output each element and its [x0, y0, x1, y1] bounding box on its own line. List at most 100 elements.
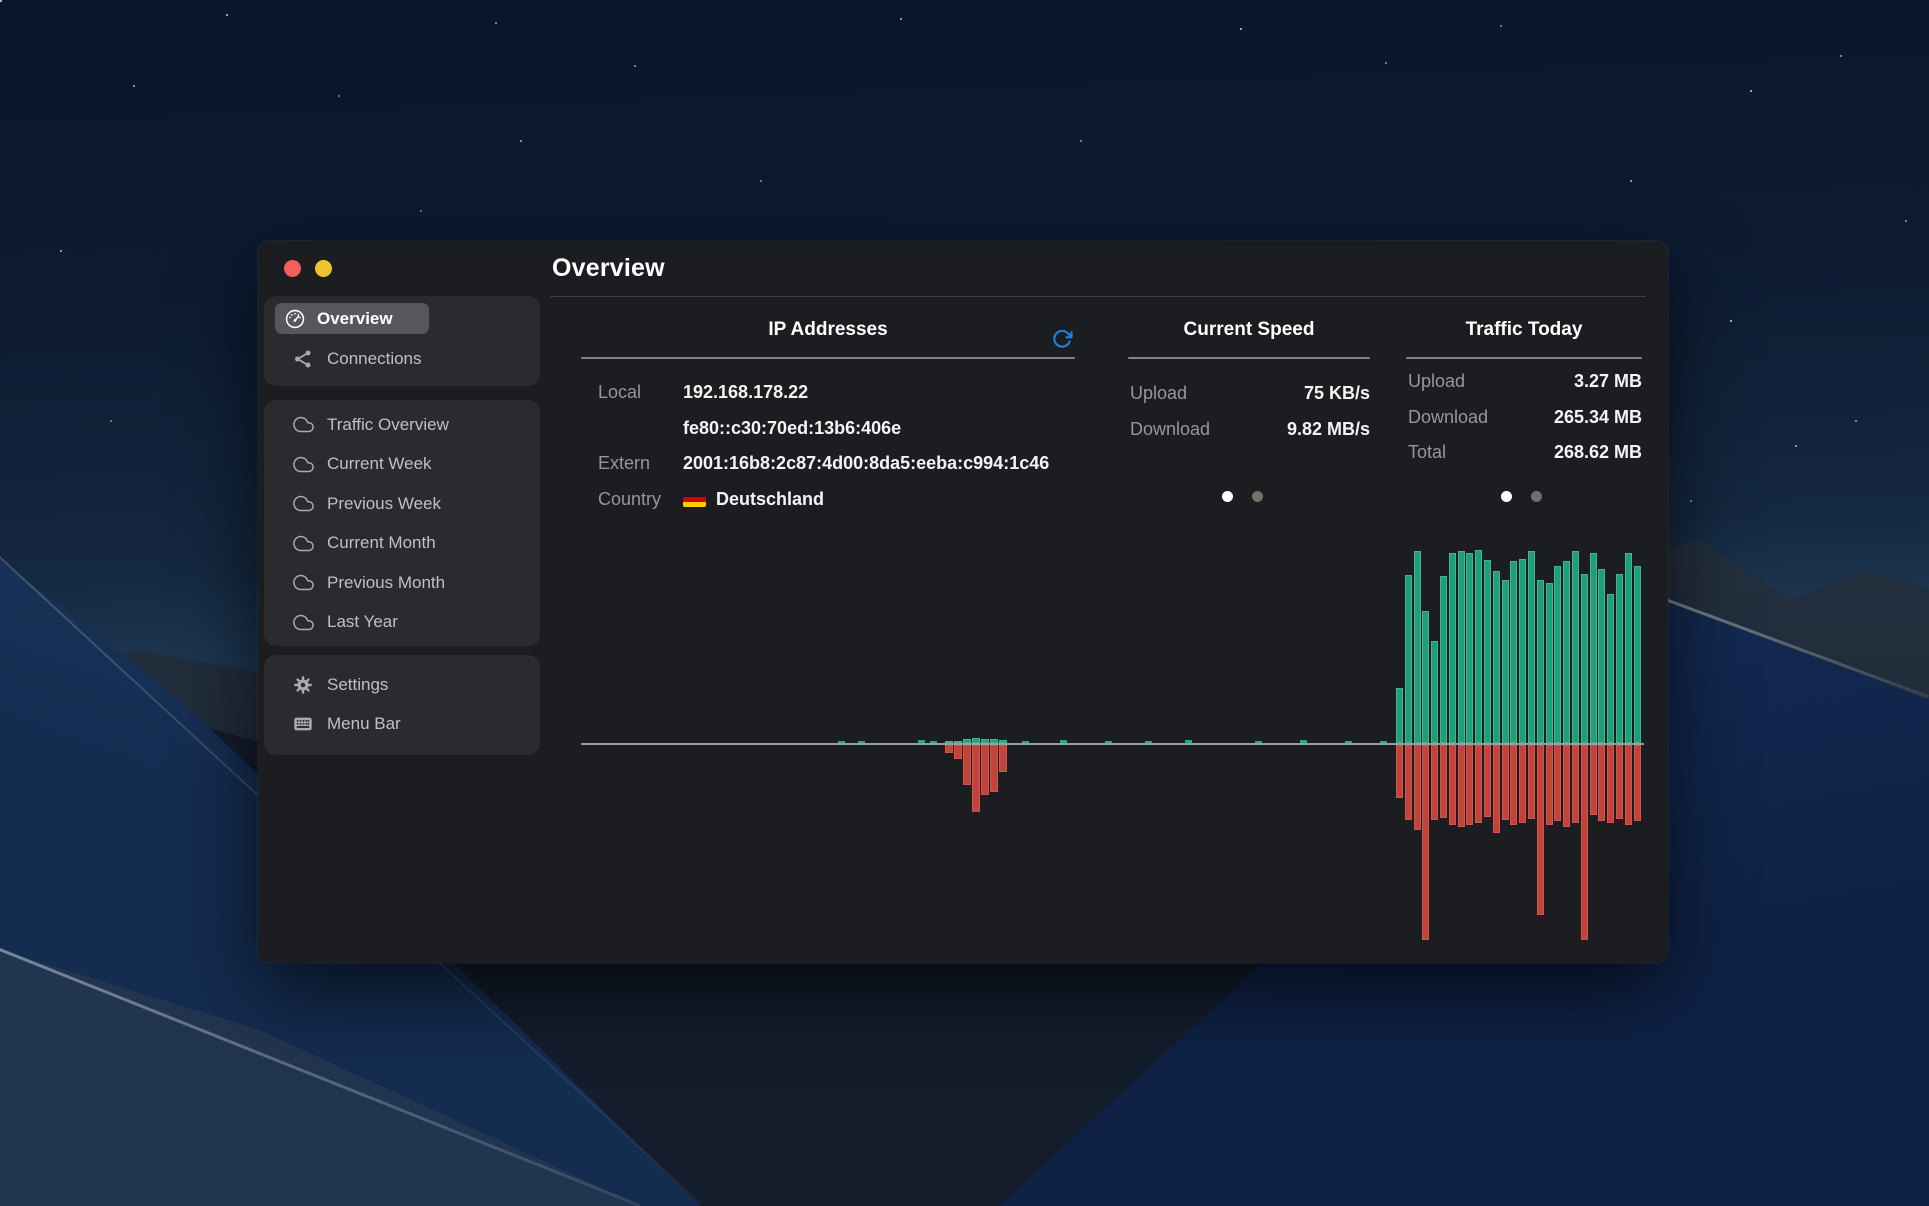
- upload-bar: [1616, 574, 1623, 743]
- row-value: 9.82 MB/s: [1287, 419, 1370, 440]
- baseline-tick: [1255, 741, 1262, 743]
- baseline-tick: [858, 741, 865, 743]
- row-label: Upload: [1130, 383, 1187, 404]
- row-value: 268.62 MB: [1554, 442, 1642, 463]
- cloud-icon: [291, 413, 315, 437]
- upload-bar: [963, 739, 971, 743]
- section-title: Current Speed: [1128, 319, 1370, 341]
- upload-bar: [1396, 688, 1403, 743]
- baseline-tick: [1145, 741, 1152, 743]
- row-value: 3.27 MB: [1574, 371, 1642, 392]
- upload-bar: [1510, 561, 1517, 743]
- download-bar: [981, 745, 989, 795]
- download-bar: [1414, 745, 1421, 830]
- upload-bar: [1422, 611, 1429, 743]
- baseline-tick: [1300, 740, 1307, 743]
- germany-flag-icon: [683, 492, 706, 507]
- sidebar-item-menu-bar[interactable]: Menu Bar: [264, 704, 540, 743]
- download-bar: [1563, 745, 1570, 827]
- sidebar-group-app: Settings Menu Bar: [264, 655, 540, 755]
- sidebar-item-label: Menu Bar: [327, 714, 401, 734]
- page-dots: [1222, 491, 1263, 502]
- traffic-row-total: Total 268.62 MB: [1408, 442, 1642, 463]
- upload-bar: [1431, 641, 1438, 743]
- window-title: Overview: [552, 254, 665, 283]
- upload-bar: [1634, 566, 1641, 743]
- download-bar: [1422, 745, 1429, 940]
- upload-bar: [972, 738, 980, 743]
- upload-bar: [1493, 571, 1500, 743]
- close-button[interactable]: [284, 260, 301, 277]
- row-label: Country: [598, 489, 683, 510]
- download-bar: [1537, 745, 1544, 915]
- ip-row-local: Local 192.168.178.22: [598, 382, 1075, 403]
- minimize-button[interactable]: [315, 260, 332, 277]
- baseline-tick: [1022, 741, 1029, 743]
- page-dots: [1501, 491, 1542, 502]
- sidebar-item-label: Connections: [327, 349, 422, 369]
- download-bar: [1546, 745, 1553, 825]
- baseline-tick: [1345, 741, 1352, 743]
- section-title: Traffic Today: [1406, 319, 1642, 341]
- sidebar-item-connections[interactable]: Connections: [264, 339, 540, 378]
- baseline-tick: [1060, 740, 1067, 743]
- sidebar-item-current-month[interactable]: Current Month: [264, 524, 540, 564]
- ip-row-country: Country Deutschland: [598, 489, 1075, 510]
- cloud-icon: [291, 452, 315, 476]
- page-dot-active[interactable]: [1222, 491, 1233, 502]
- row-label: Extern: [598, 453, 683, 474]
- row-value: Deutschland: [716, 489, 824, 510]
- sidebar-item-label: Traffic Overview: [327, 415, 449, 435]
- download-bar: [1502, 745, 1509, 820]
- share-icon: [291, 347, 315, 371]
- page-dot[interactable]: [1531, 491, 1542, 502]
- sidebar-item-settings[interactable]: Settings: [264, 665, 540, 704]
- section-underline: [581, 357, 1075, 359]
- row-value: fe80::c30:70ed:13b6:406e: [683, 418, 901, 439]
- sidebar-item-overview[interactable]: Overview: [275, 303, 429, 334]
- upload-bar: [1414, 551, 1421, 743]
- sidebar-item-current-week[interactable]: Current Week: [264, 445, 540, 485]
- cloud-icon: [291, 610, 315, 634]
- gauge-icon: [284, 308, 306, 330]
- download-bar: [963, 745, 971, 785]
- download-bar: [1431, 745, 1438, 820]
- page-dot-active[interactable]: [1501, 491, 1512, 502]
- title-divider: [550, 296, 1646, 297]
- traffic-row-upload: Upload 3.27 MB: [1408, 371, 1642, 392]
- row-label: Local: [598, 382, 683, 403]
- upload-bar: [954, 741, 962, 743]
- section-underline: [1128, 357, 1370, 359]
- sidebar-item-previous-week[interactable]: Previous Week: [264, 484, 540, 524]
- upload-bar: [1546, 583, 1553, 743]
- sidebar-group-traffic: Traffic Overview Current Week Previous W…: [264, 400, 540, 646]
- sidebar-item-label: Previous Month: [327, 573, 445, 593]
- sidebar-item-traffic-overview[interactable]: Traffic Overview: [264, 405, 540, 445]
- upload-bar: [1405, 575, 1412, 743]
- baseline-tick: [1105, 741, 1112, 743]
- baseline-tick: [930, 741, 937, 743]
- baseline-tick: [918, 740, 925, 743]
- upload-bar: [1519, 559, 1526, 743]
- download-bar: [1634, 745, 1641, 821]
- gear-icon: [291, 673, 315, 697]
- upload-bar: [1537, 580, 1544, 743]
- download-bar: [1519, 745, 1526, 823]
- traffic-row-download: Download 265.34 MB: [1408, 407, 1642, 428]
- upload-bar: [1458, 551, 1465, 743]
- download-bar: [1607, 745, 1614, 823]
- row-label: Download: [1408, 407, 1488, 428]
- baseline-tick: [1185, 740, 1192, 743]
- upload-bar: [1449, 553, 1456, 743]
- refresh-icon[interactable]: [1051, 328, 1073, 350]
- page-dot[interactable]: [1252, 491, 1263, 502]
- download-bar: [1458, 745, 1465, 827]
- upload-bar: [945, 741, 953, 743]
- sidebar-item-last-year[interactable]: Last Year: [264, 603, 540, 643]
- download-bar: [1616, 745, 1623, 819]
- traffic-chart: [581, 541, 1644, 947]
- sidebar-item-previous-month[interactable]: Previous Month: [264, 563, 540, 603]
- row-label: Total: [1408, 442, 1446, 463]
- download-bar: [1449, 745, 1456, 825]
- upload-bar: [1528, 551, 1535, 743]
